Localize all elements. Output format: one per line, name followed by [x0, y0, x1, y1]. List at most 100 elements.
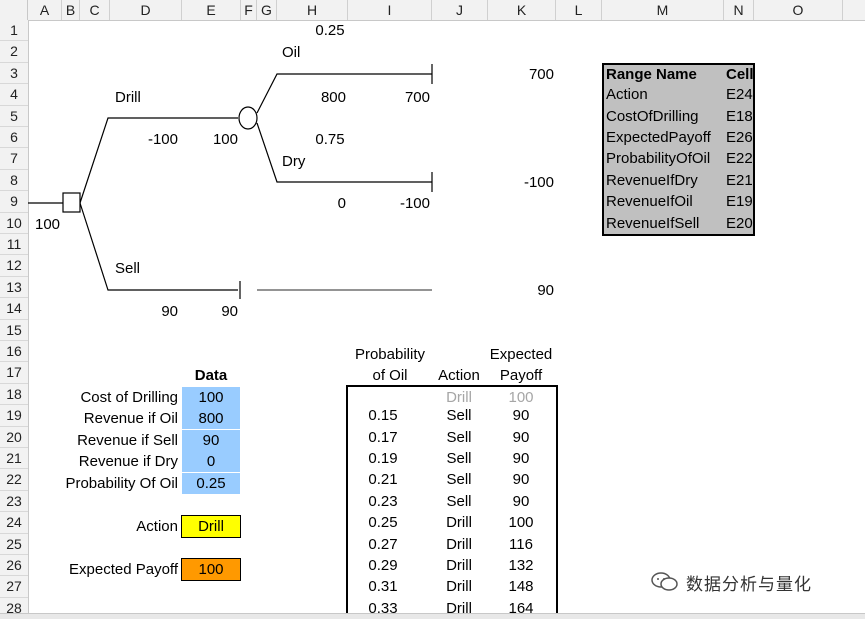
row-header-18[interactable]: 18 [0, 384, 28, 406]
horizontal-scrollbar[interactable] [0, 613, 865, 619]
table-cell-action: Sell [446, 450, 472, 467]
table-cell-prob: 0.29 [368, 557, 398, 574]
table-cell-payoff: 90 [512, 428, 530, 446]
prob-label: Probability Of Oil [65, 475, 178, 492]
row-header-7[interactable]: 7 [0, 148, 28, 170]
column-header-a[interactable]: A [28, 0, 62, 20]
row-header-15[interactable]: 15 [0, 320, 28, 341]
column-header-k[interactable]: K [488, 0, 556, 20]
row-header-26[interactable]: 26 [0, 555, 28, 577]
range-name-header: Range Name [606, 66, 697, 83]
row-header-17[interactable]: 17 [0, 362, 28, 384]
row-header-16[interactable]: 16 [0, 341, 28, 363]
range-name-expectedpayoff: ExpectedPayoff [606, 129, 711, 146]
row-header-19[interactable]: 19 [0, 405, 28, 427]
row-header-10[interactable]: 10 [0, 213, 28, 234]
table-cell-prob: 0.17 [368, 428, 398, 446]
action-output[interactable]: Drill [181, 515, 241, 538]
table-cell-action: Sell [446, 407, 472, 425]
payoff-label: Expected Payoff [69, 561, 178, 578]
prob-dry-label: 0.75 [315, 131, 345, 148]
column-header-n[interactable]: N [724, 0, 754, 20]
table-cell-prob: 0.23 [368, 492, 398, 510]
dt-header-payoff-2: Payoff [499, 367, 543, 384]
sell-total: 90 [221, 303, 238, 320]
rev-sell-label: Revenue if Sell [77, 432, 178, 449]
dry-label: Dry [282, 153, 306, 170]
table-cell-action: Drill [446, 578, 472, 596]
range-cell-revenueifsell: E20 [726, 214, 753, 232]
table-cell-prob: 0.15 [368, 407, 398, 425]
select-all-corner[interactable] [0, 0, 28, 20]
rev-dry-input[interactable]: 0 [182, 451, 240, 473]
row-header-22[interactable]: 22 [0, 469, 28, 491]
row-header-5[interactable]: 5 [0, 106, 28, 127]
range-cell-revenueifdry: E21 [726, 171, 753, 189]
dry-revenue: 0 [337, 195, 346, 212]
row-header-1[interactable]: 1 [0, 20, 28, 42]
column-header-f[interactable]: F [241, 0, 257, 20]
range-cell-revenueifoil: E19 [726, 193, 753, 211]
column-header-m[interactable]: M [602, 0, 724, 20]
row-header-9[interactable]: 9 [0, 191, 28, 213]
root-value: 100 [35, 216, 61, 233]
spreadsheet: ABCDEFGHIJKLMNO 1 2 3 4 5 6 7 8 9 10 11 12 13 14 15 16 1… [0, 0, 865, 619]
table-cell-payoff: 116 [509, 535, 533, 553]
table-cell-payoff: 132 [508, 557, 534, 574]
column-header-g[interactable]: G [257, 0, 277, 20]
table-cell-prob: 0.21 [368, 471, 398, 489]
table-cell-prob: 0.27 [368, 535, 398, 553]
row-header-23[interactable]: 23 [0, 491, 28, 513]
watermark-text: 数据分析与量化 [686, 574, 812, 594]
row-header-20[interactable]: 20 [0, 427, 28, 448]
column-header-i[interactable]: I [348, 0, 432, 20]
row-header-27[interactable]: 27 [0, 576, 28, 598]
column-header-o[interactable]: O [754, 0, 843, 20]
prob-oil-label: 0.25 [315, 22, 345, 39]
table-cell-payoff: 90 [512, 492, 530, 510]
range-cell-header: Cell [726, 66, 754, 83]
table-cell-action: Sell [446, 428, 472, 446]
row-header-8[interactable]: 8 [0, 170, 28, 192]
row-header-14[interactable]: 14 [0, 298, 28, 320]
row-header-2[interactable]: 2 [0, 41, 28, 63]
row-header-12[interactable]: 12 [0, 255, 28, 277]
row-header-6[interactable]: 6 [0, 127, 28, 149]
range-name-costofdrilling: CostOfDrilling [606, 107, 699, 125]
rev-oil-input[interactable]: 800 [182, 408, 240, 430]
oil-label: Oil [282, 44, 301, 61]
dt-header-action: Action [438, 367, 480, 384]
column-header-c[interactable]: C [80, 0, 110, 20]
row-header-4[interactable]: 4 [0, 84, 28, 106]
row-header-13[interactable]: 13 [0, 277, 28, 299]
rev-sell-input[interactable]: 90 [182, 430, 240, 452]
table-cell-prob: 0.31 [368, 578, 398, 596]
column-header-h[interactable]: H [277, 0, 348, 20]
range-name-action: Action [606, 86, 648, 104]
column-header-b[interactable]: B [62, 0, 80, 20]
row-header-3[interactable]: 3 [0, 63, 28, 85]
column-header-l[interactable]: L [556, 0, 602, 20]
range-cell-expectedpayoff: E26 [726, 129, 753, 146]
table-cell-payoff: 90 [512, 471, 530, 489]
row-header-24[interactable]: 24 [0, 512, 28, 534]
range-cell-action: E24 [726, 86, 753, 104]
decision-node [62, 192, 81, 213]
column-header-j[interactable]: J [432, 0, 488, 20]
prob-input[interactable]: 0.25 [182, 473, 240, 495]
table-cell-action: Drill [446, 535, 472, 553]
row-header-25[interactable]: 25 [0, 534, 28, 555]
dt-header-payoff-1: Expected [489, 346, 553, 363]
row-header-21[interactable]: 21 [0, 448, 28, 470]
row-header-11[interactable]: 11 [0, 234, 28, 256]
payoff-output[interactable]: 100 [181, 558, 241, 581]
column-header-d[interactable]: D [110, 0, 182, 20]
chance-node [238, 106, 258, 130]
cost-input[interactable]: 100 [182, 387, 240, 409]
range-cell-probabilityofoil: E22 [726, 150, 753, 168]
wechat-icon [651, 572, 678, 591]
drill-cost: -100 [147, 131, 178, 148]
column-header-e[interactable]: E [182, 0, 241, 20]
dt-header-prob-1: Probability [354, 346, 426, 363]
table-cell-payoff: 100 [508, 514, 534, 532]
